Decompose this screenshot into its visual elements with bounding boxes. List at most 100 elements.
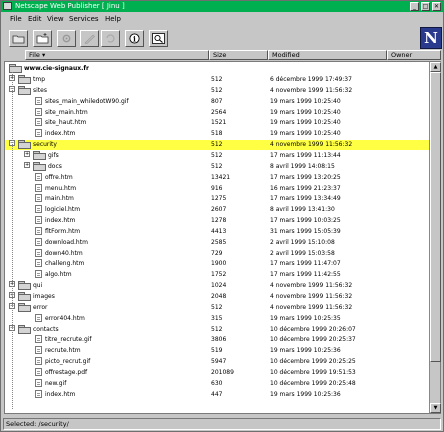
file-row[interactable]: sites_main_whiledotW90.gif 807 19 mars 199… — [5, 96, 430, 107]
app-icon — [3, 2, 12, 10]
item-name: index.htm — [45, 130, 76, 138]
item-size: 512 — [211, 162, 223, 170]
folder-row[interactable]: +images20484 novembre 1999 11:56:32 — [5, 292, 430, 302]
column-owner[interactable]: Owner — [387, 50, 441, 60]
file-icon — [35, 129, 42, 138]
expand-toggle[interactable]: + — [24, 161, 30, 168]
file-icon — [35, 237, 42, 246]
file-row[interactable]: offre.htm 13421 17 mars 1999 13:20:25 — [5, 172, 430, 183]
file-row[interactable]: error404.htm 315 19 mars 1999 10:25:35 — [5, 313, 430, 324]
item-modified: 4 novembre 1999 11:56:32 — [270, 86, 353, 94]
file-row[interactable]: index.htm 447 19 mars 1999 10:25:36 — [5, 389, 430, 400]
find-button[interactable] — [149, 30, 168, 47]
file-row[interactable]: menu.htm 916 16 mars 1999 21:23:37 — [5, 183, 430, 194]
scroll-down-button[interactable]: ▼ — [430, 403, 441, 413]
item-modified: 17 mars 1999 13:20:25 — [270, 173, 341, 181]
menu-file[interactable]: File — [10, 15, 22, 24]
item-size: 3806 — [211, 336, 227, 344]
column-file[interactable]: File ▾ — [25, 50, 209, 60]
info-button[interactable]: i — [125, 30, 144, 47]
item-size: 2564 — [211, 108, 227, 116]
item-name: recrute.htm — [45, 347, 81, 355]
menu-services[interactable]: Services — [69, 15, 99, 24]
maximize-button[interactable]: □ — [421, 2, 430, 11]
pencil-icon — [84, 34, 95, 44]
file-icon — [35, 96, 42, 105]
item-modified: 10 décembre 1999 20:25:25 — [270, 358, 356, 366]
menu-edit[interactable]: Edit — [28, 15, 42, 24]
item-modified: 8 avril 1999 13:41:30 — [270, 206, 335, 214]
folder-row[interactable]: + gifs 512 17 mars 1999 11:13:44 — [5, 151, 430, 161]
item-size: 201089 — [211, 368, 234, 376]
folder-row[interactable]: −sites5124 novembre 1999 11:56:32 — [5, 85, 430, 96]
open-folder-button[interactable] — [9, 30, 28, 47]
folder-row[interactable]: −error5124 novembre 1999 11:56:32 — [5, 302, 430, 313]
item-name: picto_recrut.gif — [45, 358, 91, 366]
file-row[interactable]: titre_recrute.gif 3806 10 décembre 1999 20… — [5, 335, 430, 345]
item-modified: 10 décembre 1999 20:25:48 — [270, 379, 356, 387]
folder-row[interactable]: + docs 512 8 avril 1999 14:08:15 — [5, 161, 430, 172]
item-modified: 10 décembre 1999 20:26:07 — [270, 325, 356, 333]
file-icon — [35, 205, 42, 214]
folder-row[interactable]: −contacts51210 décembre 1999 20:26:07 — [5, 324, 430, 335]
folder-row[interactable]: +qui10244 novembre 1999 11:56:32 — [5, 281, 430, 291]
minimize-button[interactable]: _ — [410, 2, 419, 11]
new-folder-button[interactable] — [33, 30, 52, 47]
folder-row[interactable]: −security5124 novembre 1999 11:56:32 — [5, 140, 430, 151]
file-icon — [35, 183, 42, 192]
file-row[interactable]: offrestage.pdf 201089 10 décembre 1999 19:… — [5, 367, 430, 378]
refresh-button[interactable] — [101, 30, 120, 47]
item-size: 4413 — [211, 227, 227, 235]
close-button[interactable]: ✕ — [432, 2, 441, 11]
item-modified: 17 mars 1999 11:13:44 — [270, 152, 341, 159]
scroll-thumb[interactable] — [430, 72, 441, 362]
menu-view[interactable]: View — [47, 15, 64, 24]
file-icon — [35, 270, 42, 279]
item-name: download.htm — [45, 238, 88, 246]
file-row[interactable]: site_haut.htm 1521 19 mars 1999 10:25:40 — [5, 118, 430, 128]
folder-row[interactable]: +tmp5126 décembre 1999 17:49:37 — [5, 75, 430, 85]
vertical-scrollbar[interactable]: ▲ ▼ — [429, 62, 441, 413]
file-row[interactable]: algo.htm 1752 17 mars 1999 11:42:55 — [5, 270, 430, 280]
column-size[interactable]: Size — [209, 50, 268, 60]
file-icon — [35, 346, 42, 355]
file-row[interactable]: logiciel.htm 2607 8 avril 1999 13:41:30 — [5, 205, 430, 215]
item-modified: 19 mars 1999 10:25:40 — [270, 97, 341, 105]
item-name: site_main.htm — [45, 108, 88, 116]
tree-connector — [12, 72, 13, 410]
file-row[interactable]: index.htm 1278 17 mars 1999 10:03:25 — [5, 216, 430, 226]
item-modified: 19 mars 1999 10:25:40 — [270, 119, 341, 127]
item-name: challeng.htm — [45, 260, 85, 268]
file-tree[interactable]: www.cie-signaux.fr + tmp 512 6 décembre 199… — [4, 61, 441, 414]
properties-button[interactable] — [57, 30, 76, 47]
expand-toggle[interactable]: + — [24, 151, 30, 157]
edit-button[interactable] — [80, 30, 99, 47]
file-row[interactable]: down40.htm 729 2 avril 1999 15:03:58 — [5, 248, 430, 259]
file-row[interactable]: recrute.htm 519 19 mars 1999 10:25:36 — [5, 346, 430, 356]
item-name: new.gif — [45, 379, 67, 387]
item-size: 5947 — [211, 358, 227, 366]
scroll-up-button[interactable]: ▲ — [430, 62, 441, 72]
file-row[interactable]: index.htm 518 19 mars 1999 10:25:40 — [5, 129, 430, 139]
file-row[interactable]: challeng.htm 1900 17 mars 1999 11:47:07 — [5, 259, 430, 269]
file-row[interactable]: download.htm 2585 2 avril 1999 15:10:08 — [5, 237, 430, 248]
info-icon: i — [129, 33, 140, 44]
folder-icon — [18, 324, 31, 334]
item-size: 512 — [211, 76, 223, 83]
file-row[interactable]: new.gif 630 10 décembre 1999 20:25:48 — [5, 378, 430, 389]
file-row[interactable]: fltForm.htm 4413 31 mars 1999 15:05:39 — [5, 226, 430, 237]
file-row[interactable]: site_main.htm 2564 19 mars 1999 10:25:40 — [5, 107, 430, 118]
item-modified: 17 mars 1999 11:47:07 — [270, 260, 341, 268]
item-name: algo.htm — [45, 271, 72, 279]
file-icon — [35, 335, 42, 344]
item-size: 729 — [211, 249, 223, 257]
tree-root[interactable]: www.cie-signaux.fr — [5, 64, 430, 74]
item-size: 512 — [211, 86, 223, 94]
file-row[interactable]: picto_recrut.gif 5947 10 décembre 1999 20:… — [5, 357, 430, 367]
column-modified[interactable]: Modified — [268, 50, 387, 60]
folder-icon — [18, 140, 31, 150]
menu-help[interactable]: Help — [105, 15, 121, 24]
file-row[interactable]: main.htm 1275 17 mars 1999 13:34:49 — [5, 194, 430, 204]
title-bar[interactable]: Netscape Web Publisher [ Jinu ] _ □ ✕ — [1, 1, 443, 12]
item-name: titre_recrute.gif — [45, 336, 92, 344]
